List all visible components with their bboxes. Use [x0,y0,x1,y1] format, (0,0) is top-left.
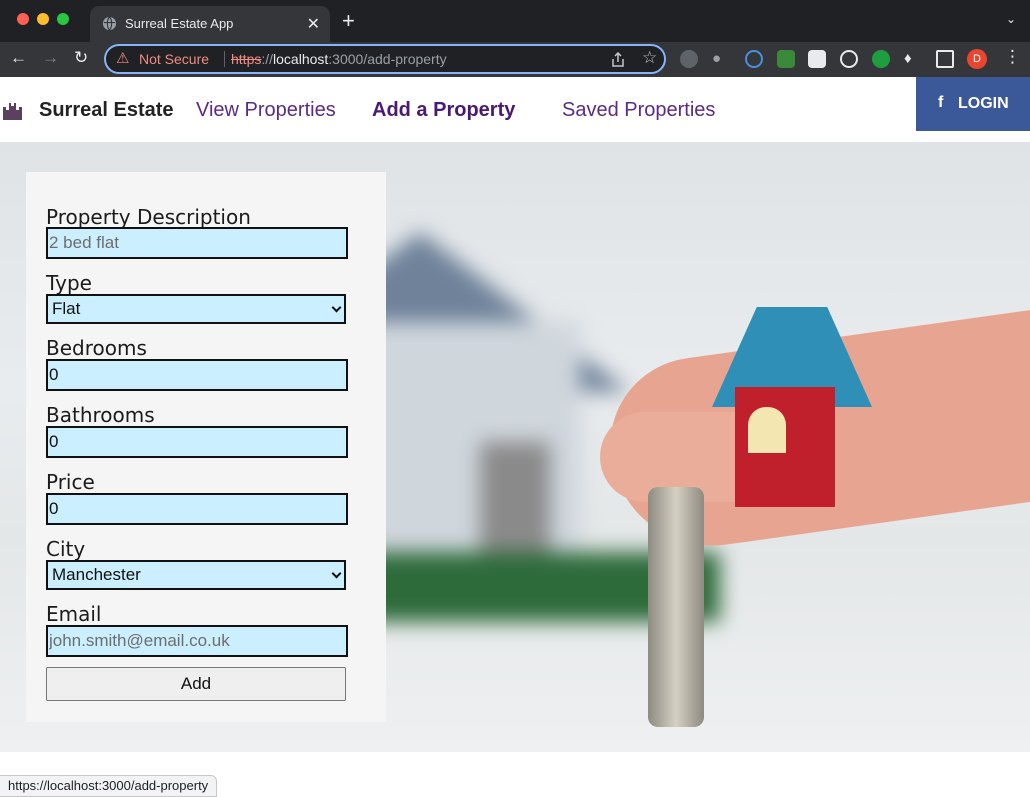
extension-green-icon[interactable] [777,50,795,68]
description-label: Property Description [46,205,251,229]
browser-toolbar: ← → ↻ ⚠ Not Secure https://localhost:300… [0,42,1030,77]
site-brand[interactable]: Surreal Estate [39,99,174,122]
close-tab-icon[interactable]: ✕ [307,14,320,34]
site-navbar: Surreal Estate View Properties Add a Pro… [0,77,1030,142]
browser-menu-icon[interactable]: ⋮ [1004,47,1021,67]
bedrooms-label: Bedrooms [46,336,147,360]
price-input[interactable] [46,493,348,525]
bookmark-star-icon[interactable]: ☆ [642,48,657,68]
bathrooms-label: Bathrooms [46,403,155,427]
url-separator: :// [261,51,274,67]
map-pin-icon[interactable]: ● [712,50,730,68]
back-arrow-icon[interactable]: ← [10,48,27,68]
nav-link-view-properties[interactable]: View Properties [196,99,336,122]
nav-link-add-property[interactable]: Add a Property [372,99,515,122]
description-input[interactable] [46,227,348,259]
extension-s-icon[interactable] [680,50,698,68]
reload-icon[interactable]: ↻ [74,48,88,68]
bedrooms-input[interactable] [46,359,348,391]
email-label: Email [46,602,102,626]
zoom-window-button[interactable] [57,13,69,25]
extension-image-icon[interactable] [808,50,826,68]
minimize-window-button[interactable] [37,13,49,25]
globe-icon [102,16,117,31]
add-property-form: Property Description Type Flat Bedrooms … [26,172,386,722]
profile-avatar[interactable]: D [967,49,987,69]
type-select-value: Flat [52,299,81,318]
nav-link-saved-properties[interactable]: Saved Properties [562,99,715,122]
extension-blue-icon[interactable] [745,50,763,68]
city-select-value: Manchester [52,565,141,584]
close-window-button[interactable] [17,13,29,25]
login-label: LOGIN [958,95,1009,112]
castle-logo-icon [3,103,22,120]
tab-title: Surreal Estate App [125,16,234,31]
city-label: City [46,537,86,561]
new-tab-button[interactable]: + [342,10,355,32]
price-label: Price [46,470,95,494]
url-path: :3000/add-property [328,51,447,67]
browser-tab[interactable]: Surreal Estate App ✕ [90,6,330,42]
url-text[interactable]: https://localhost:3000/add-property [231,51,447,67]
share-icon[interactable] [611,52,625,68]
bathrooms-input[interactable] [46,426,348,458]
chevron-down-icon [331,302,342,313]
page: Surreal Estate View Properties Add a Pro… [0,77,1030,797]
extensions-puzzle-icon[interactable]: ♦ [904,50,922,68]
browser-titlebar: Surreal Estate App ✕ + ⌄ [0,0,1030,42]
extension-gauge-icon[interactable] [840,50,858,68]
url-scheme: https [231,51,262,67]
type-label: Type [46,271,92,295]
facebook-icon: f [938,94,944,111]
email-input[interactable] [46,625,348,657]
facebook-login-button[interactable]: f LOGIN [916,77,1030,131]
keys [648,487,704,727]
extension-check-icon[interactable] [872,50,890,68]
keychain-house-window [748,407,786,453]
forward-arrow-icon[interactable]: → [42,48,59,68]
add-button[interactable]: Add [46,667,346,701]
status-bar-url: https://localhost:3000/add-property [0,775,218,797]
omnibox-divider [224,51,225,67]
type-select[interactable]: Flat [46,294,346,324]
url-host: localhost [273,51,329,67]
address-bar[interactable]: ⚠ Not Secure https://localhost:3000/add-… [104,44,666,74]
chevron-down-icon [331,568,342,579]
security-status[interactable]: Not Secure [139,51,209,67]
city-select[interactable]: Manchester [46,560,346,590]
tab-search-chevron-icon[interactable]: ⌄ [1006,12,1016,26]
side-panel-icon[interactable] [936,50,954,68]
warning-icon: ⚠ [116,50,130,67]
